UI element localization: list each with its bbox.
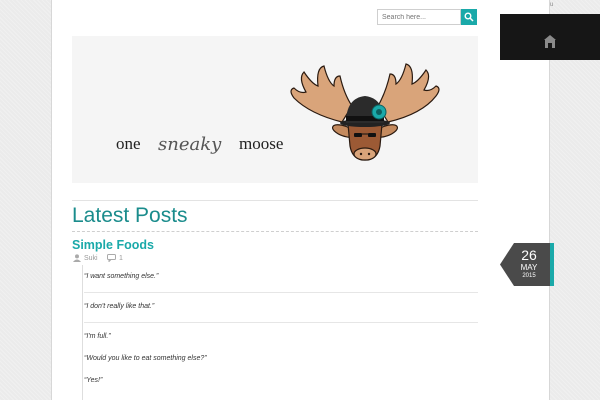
- quote-divider: [84, 292, 478, 293]
- date-year: 2015: [522, 273, 536, 279]
- quote-line: “I don't really like that.”: [84, 303, 155, 310]
- header-banner[interactable]: one sneaky moose: [72, 36, 478, 183]
- search-form: [377, 9, 477, 25]
- quote-line: “Yes!”: [84, 377, 103, 384]
- author-name: Suki: [84, 254, 98, 262]
- home-icon[interactable]: [500, 14, 600, 60]
- search-icon: [464, 12, 474, 22]
- blockquote-border: [82, 265, 83, 400]
- quote-divider: [84, 322, 478, 323]
- quote-line: “I'm full.”: [84, 333, 111, 340]
- post-date-badge: 26 MAY 2015: [500, 243, 555, 286]
- search-button[interactable]: [461, 9, 477, 25]
- post-author[interactable]: Suki: [73, 254, 98, 262]
- comment-icon: [107, 254, 116, 262]
- comment-count: 1: [119, 254, 123, 262]
- divider: [72, 200, 478, 201]
- search-input[interactable]: [377, 9, 461, 25]
- post-comments[interactable]: 1: [107, 254, 123, 262]
- corner-mark: u: [550, 2, 554, 8]
- date-day: 26: [521, 247, 537, 263]
- section-title: Latest Posts: [72, 204, 188, 227]
- floating-panel[interactable]: [500, 14, 600, 60]
- user-icon: [73, 254, 81, 262]
- dashed-divider: [72, 231, 478, 232]
- post-title-link[interactable]: Simple Foods: [72, 238, 154, 252]
- date-month: MAY: [520, 263, 538, 272]
- quote-line: “Would you like to eat something else?”: [84, 355, 207, 362]
- moose-logo: [290, 63, 440, 161]
- quote-line: “I want something else.”: [84, 273, 159, 280]
- post-body: “I want something else.” “I don't really…: [72, 265, 478, 400]
